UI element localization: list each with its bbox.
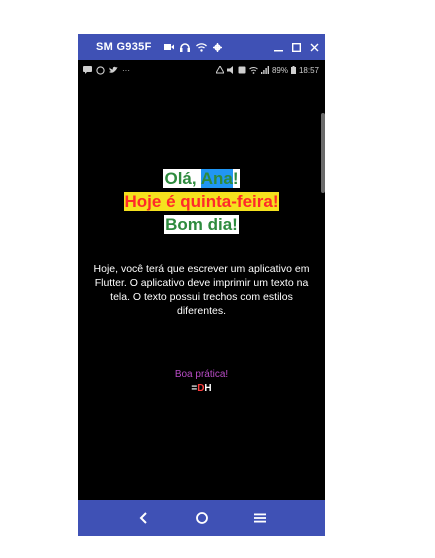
greeting-line-3: Bom dia! <box>78 214 325 235</box>
nfc-icon <box>238 66 246 74</box>
good-morning-text: Bom dia! <box>164 215 239 234</box>
cell-signal-icon <box>260 66 269 74</box>
greeting-line-1-highlight: Olá, Ana! <box>163 169 240 188</box>
signature-h: H <box>204 383 212 394</box>
good-practice-text: Boa prática! <box>174 369 229 380</box>
back-icon[interactable] <box>132 506 156 530</box>
battery-icon <box>290 66 296 74</box>
recents-icon[interactable] <box>248 506 272 530</box>
greeting-line-2: Hoje é quinta-feira! <box>78 191 325 212</box>
greeting-name: Ana <box>200 169 233 188</box>
wifi-icon[interactable] <box>195 42 207 52</box>
android-status-bar: ··· 89% 18:57 <box>78 60 325 80</box>
maximize-icon[interactable] <box>292 42 301 52</box>
video-camera-icon[interactable] <box>163 43 174 51</box>
description-text: Hoje, você terá que escrever um aplicati… <box>93 263 310 317</box>
alarm-icon <box>215 66 224 74</box>
whatsapp-icon <box>96 65 105 75</box>
battery-percent: 89% <box>271 65 288 75</box>
minimize-icon[interactable] <box>274 43 283 52</box>
twitter-icon <box>109 66 118 74</box>
emulator-window: SM G935F ··· 89% 18:57 Olá, Ana! Hoje é … <box>78 34 325 536</box>
home-icon[interactable] <box>190 506 214 530</box>
window-title: SM G935F <box>96 41 152 53</box>
greeting-line-1: Olá, Ana! <box>78 168 325 189</box>
window-titlebar[interactable]: SM G935F <box>78 34 325 60</box>
dh-signature: =DH <box>78 383 325 394</box>
gear-icon[interactable] <box>212 42 222 52</box>
message-icon <box>83 66 92 74</box>
mute-icon <box>226 66 235 74</box>
wifi-signal-icon <box>249 66 258 74</box>
more-notifications: ··· <box>122 65 130 75</box>
clock: 18:57 <box>298 65 319 75</box>
weekday-text: Hoje é quinta-feira! <box>123 192 280 211</box>
close-icon[interactable] <box>310 43 319 52</box>
greeting-exclaim: ! <box>232 169 239 188</box>
headphones-icon[interactable] <box>179 42 190 52</box>
android-nav-bar <box>78 500 325 536</box>
greeting-hello: Olá, <box>164 169 201 188</box>
